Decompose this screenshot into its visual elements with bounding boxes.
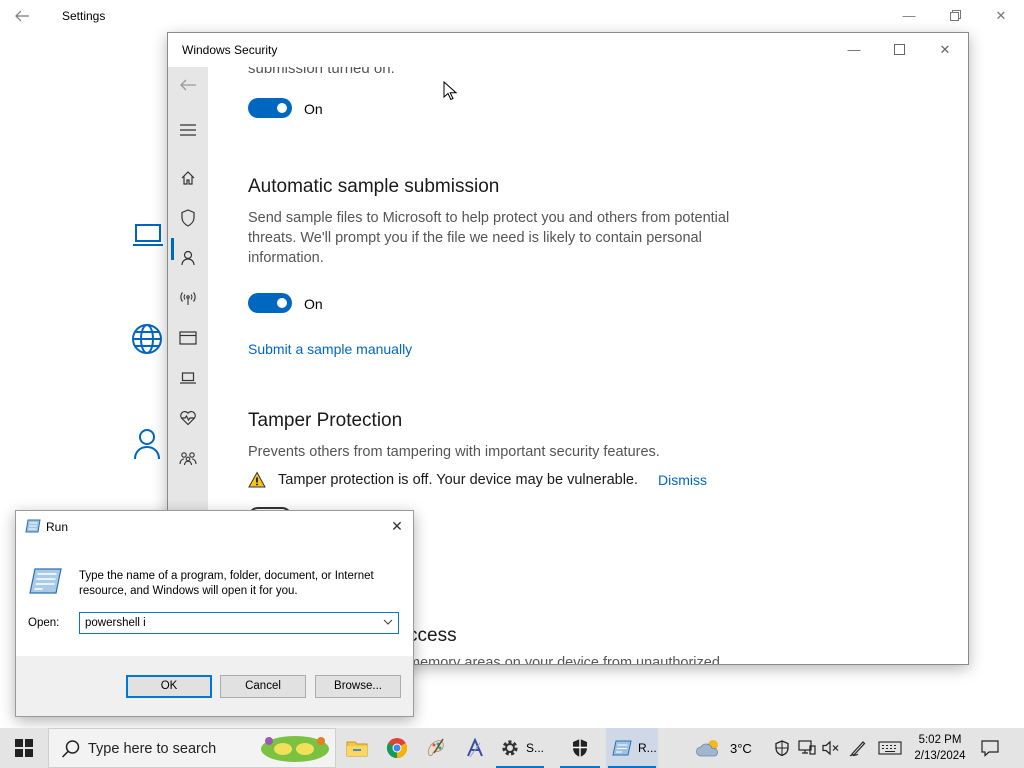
maximize-icon[interactable] [885,40,913,60]
run-program-icon [28,567,62,595]
cancel-button[interactable]: Cancel [220,675,306,698]
clock[interactable]: 5:02 PM 2/13/2024 [908,732,972,764]
security-tray-icon[interactable] [774,740,790,757]
submit-sample-link[interactable]: Submit a sample manually [248,341,412,357]
minimize-icon[interactable]: — [898,6,920,26]
section-description: memory areas on your device from unautho… [408,655,720,665]
taskbar-search-box[interactable]: Type here to search [48,728,336,768]
notification-icon[interactable] [980,738,1002,758]
section-heading: Automatic sample submission [248,176,500,197]
heart-health-icon[interactable] [178,408,198,428]
taskbar-app-label: S... [526,741,545,755]
close-icon[interactable]: ✕ [931,40,959,60]
back-arrow-icon[interactable] [178,75,198,95]
font-app-icon[interactable] [455,728,495,768]
temperature[interactable]: 3°C [730,741,752,756]
device-security-icon[interactable] [178,368,198,388]
run-title: Run [46,520,69,534]
close-icon[interactable]: ✕ [386,516,408,536]
run-dialog: Run ✕ Type the name of a program, folder… [15,510,414,717]
search-placeholder: Type here to search [88,741,217,757]
network-icon[interactable] [178,288,198,308]
section-description: Send sample files to Microsoft to help p… [248,210,730,266]
search-icon [61,739,81,759]
cloud-protection-toggle[interactable] [248,98,292,118]
shield-icon[interactable] [178,208,198,228]
paint-app-icon[interactable] [416,728,456,768]
clock-time: 5:02 PM [918,734,962,746]
active-nav-indicator [171,238,174,260]
start-button[interactable] [0,728,48,768]
run-body: Type the name of a program, folder, docu… [16,541,413,656]
dismiss-link[interactable]: Dismiss [658,472,707,488]
settings-title: Settings [62,9,106,23]
warning-text: Tamper protection is off. Your device ma… [278,472,639,488]
file-explorer-icon[interactable] [337,728,377,768]
section-description: Prevents others from tampering with impo… [248,444,660,460]
cut-off-text: submission turned on. [248,67,395,77]
warning-icon [248,471,266,489]
back-arrow-icon[interactable] [14,8,34,26]
volume-muted-icon[interactable] [822,740,840,756]
window-title: Windows Security [182,43,278,57]
chevron-down-icon[interactable] [380,615,396,631]
windows-logo-icon [15,739,33,757]
run-icon [25,519,41,533]
minimize-icon[interactable]: — [840,40,868,60]
keyboard-icon[interactable] [878,740,902,756]
weather-icon[interactable] [696,738,724,758]
mouse-cursor-icon [443,80,458,101]
gear-icon [502,740,518,756]
search-highlight-icon [257,731,333,767]
taskbar-app-label: R... [638,741,657,755]
person-icon [130,426,166,462]
auto-sample-toggle[interactable] [248,293,292,313]
settings-titlebar: Settings — ✕ [0,0,1024,34]
windows-security-taskbar-icon[interactable] [558,728,602,768]
restore-icon[interactable] [944,6,966,26]
home-icon[interactable] [178,168,198,188]
run-titlebar: Run ✕ [16,511,413,541]
close-icon[interactable]: ✕ [990,6,1012,26]
network-tray-icon[interactable] [798,740,816,756]
app-browser-icon[interactable] [178,328,198,348]
family-options-icon[interactable] [178,448,198,468]
globe-icon [130,322,166,358]
open-combobox[interactable] [79,612,399,634]
open-label: Open: [28,617,60,629]
taskbar: Type here to search S... R... 3°C 5:02 P… [0,728,1024,768]
toggle-state-label: On [304,296,323,312]
taskbar-run-app[interactable]: R... [606,728,658,768]
run-description: Type the name of a program, folder, docu… [79,570,374,597]
taskbar-settings-app[interactable]: S... [494,728,546,768]
laptop-icon [130,218,166,254]
ok-button[interactable]: OK [126,675,212,698]
toggle-state-label: On [304,101,323,117]
section-heading: Tamper Protection [248,410,403,431]
clock-date: 2/13/2024 [914,750,966,762]
browse-button[interactable]: Browse... [315,675,401,698]
chrome-icon[interactable] [377,728,417,768]
hamburger-menu-icon[interactable] [178,120,198,140]
account-icon[interactable] [178,248,198,268]
open-input[interactable] [80,613,375,633]
pen-tray-icon[interactable] [849,739,867,757]
section-heading: ccess [408,625,457,646]
run-icon [612,740,632,756]
